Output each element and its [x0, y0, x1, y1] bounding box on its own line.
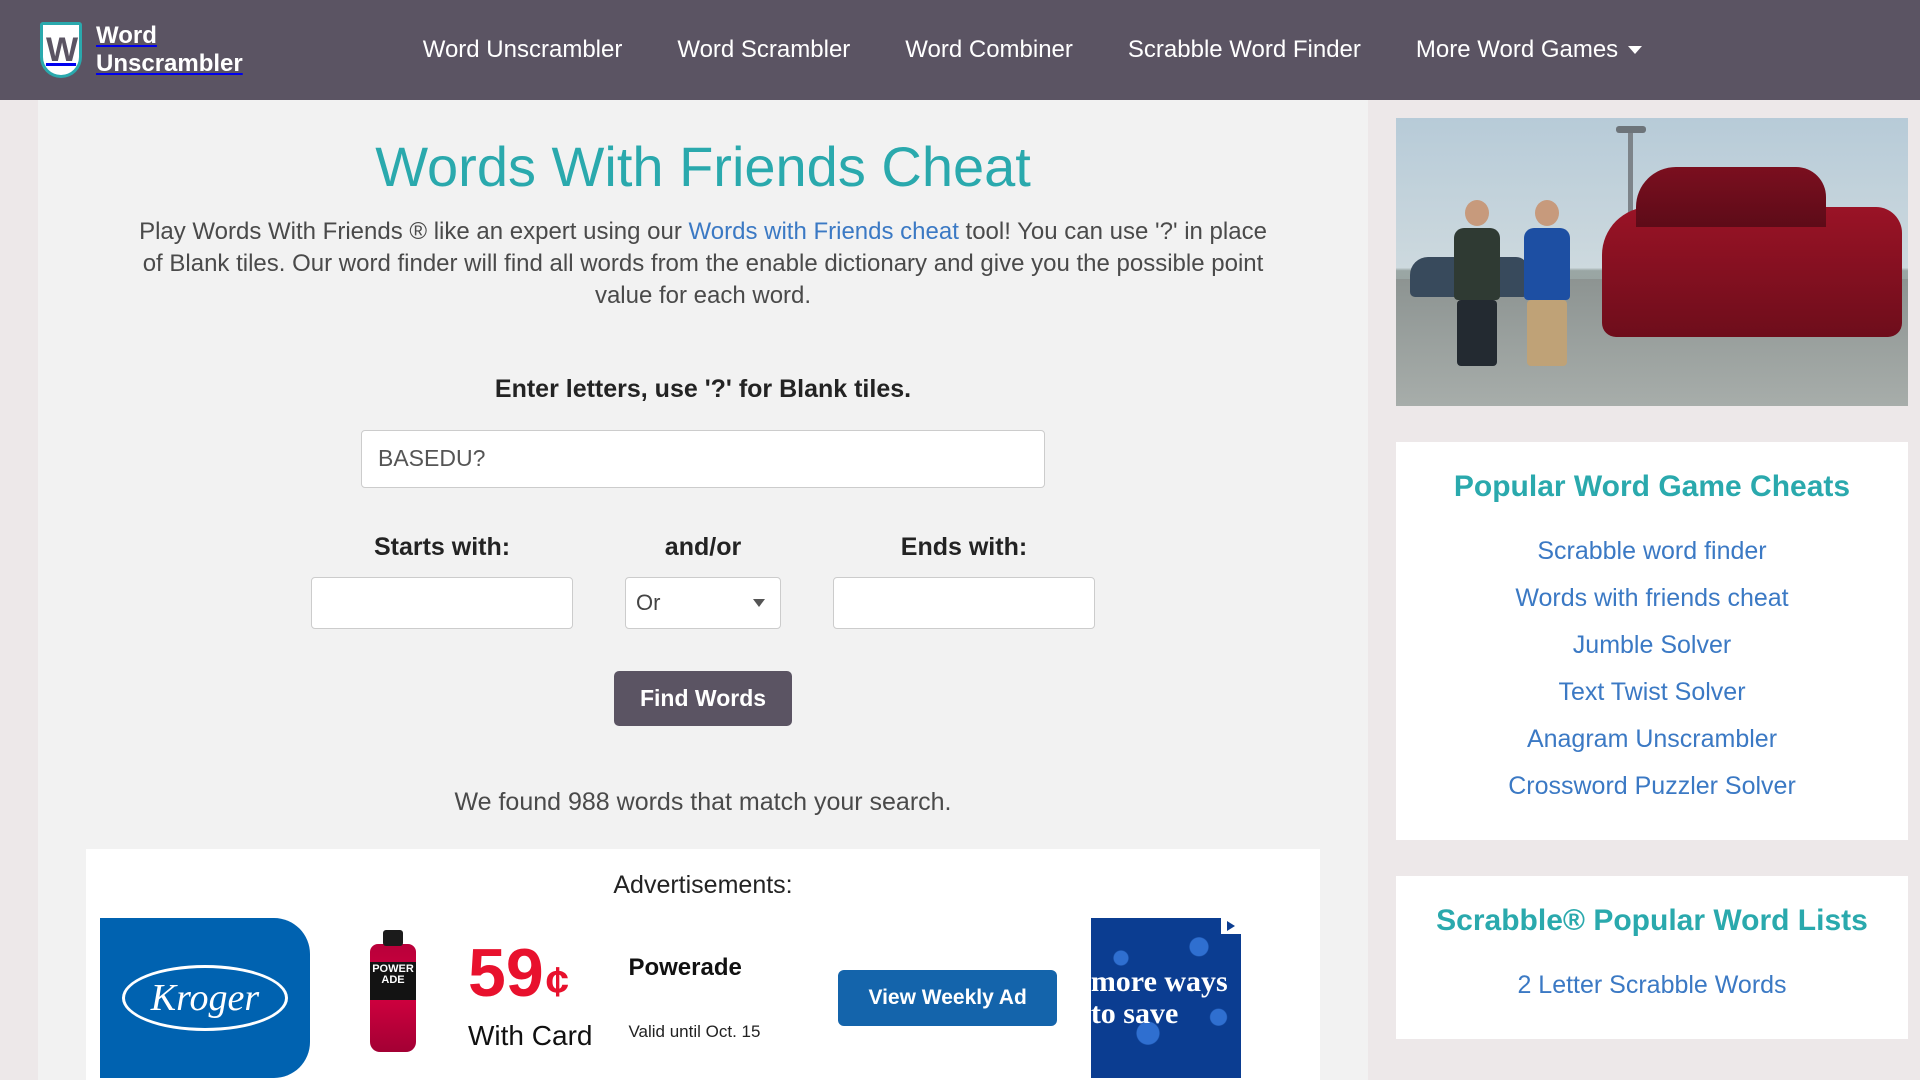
more-ways-to-save-panel[interactable]: more ways to save	[1090, 917, 1241, 1078]
popular-word-game-cheats-title: Popular Word Game Cheats	[1453, 470, 1851, 503]
letters-input[interactable]	[361, 429, 1045, 488]
kroger-logo-panel: Kroger	[100, 917, 310, 1078]
right-sidebar: Popular Word Game Cheats Scrabble word f…	[1396, 100, 1908, 1039]
bottle-label-line-2: ADE	[381, 974, 405, 987]
promo-person-salesman	[1524, 199, 1570, 366]
top-navigation-bar: W Word Unscrambler Word Unscrambler Word…	[0, 0, 1920, 100]
advertisement-block: Advertisements: Kroger POWER ADE 59 ¢ Wi…	[86, 848, 1320, 1080]
nav-item-word-combiner[interactable]: Word Combiner	[905, 36, 1073, 64]
ad-validity-text: Valid until Oct. 15	[628, 1021, 761, 1041]
sidebar-link-2-letter-scrabble-words[interactable]: 2 Letter Scrabble Words	[1396, 962, 1908, 1009]
page-title: Words With Friends Cheat	[375, 135, 1031, 198]
promo-red-suv	[1602, 166, 1902, 337]
ad-price: 59 ¢	[468, 935, 592, 1012]
andor-label: and/or	[664, 532, 742, 561]
words-with-friends-cheat-link[interactable]: Words with Friends cheat	[689, 218, 959, 245]
nav-item-word-scrambler[interactable]: Word Scrambler	[677, 36, 850, 64]
powerade-bottle-image: POWER ADE	[370, 929, 416, 1052]
ad-price-group: 59 ¢ With Card	[468, 918, 592, 1078]
scrabble-popular-word-lists-card: Scrabble® Popular Word Lists 2 Letter Sc…	[1396, 876, 1908, 1039]
nav-links: Word Unscrambler Word Scrambler Word Com…	[423, 36, 1643, 64]
result-count-text: We found 988 words that match your searc…	[454, 787, 952, 816]
advertisements-heading: Advertisements:	[613, 870, 793, 899]
promo-banner-image[interactable]	[1396, 118, 1908, 406]
advertisement-banner[interactable]: Kroger POWER ADE 59 ¢ With Card Powerade…	[100, 917, 1306, 1078]
ends-with-input[interactable]	[833, 576, 1095, 629]
view-weekly-ad-button[interactable]: View Weekly Ad	[838, 969, 1057, 1026]
starts-with-input[interactable]	[311, 576, 573, 629]
nav-item-word-unscrambler[interactable]: Word Unscrambler	[423, 36, 623, 64]
ad-description-group: Powerade Valid until Oct. 15	[628, 918, 760, 1078]
andor-select-wrapper: Or And	[625, 576, 781, 629]
sidebar-link-scrabble-word-finder[interactable]: Scrabble word finder	[1396, 528, 1908, 575]
ends-with-group: Ends with:	[833, 533, 1095, 629]
sidebar-link-crossword-puzzler-solver[interactable]: Crossword Puzzler Solver	[1396, 763, 1908, 810]
ad-price-cent-symbol: ¢	[545, 958, 569, 1006]
starts-with-group: Starts with:	[311, 533, 573, 629]
brand-line-2: Unscrambler	[96, 50, 243, 77]
sidebar-link-text-twist-solver[interactable]: Text Twist Solver	[1396, 669, 1908, 716]
page-body: Words With Friends Cheat Play Words With…	[0, 100, 1920, 1080]
more-ways-to-save-text: more ways to save	[1090, 965, 1228, 1030]
ad-price-number: 59	[468, 935, 544, 1012]
promo-person-customer	[1454, 199, 1500, 366]
brand-text: Word Unscrambler	[96, 22, 243, 77]
powerade-bottle-label: POWER ADE	[370, 962, 416, 987]
main-content-column: Words With Friends Cheat Play Words With…	[38, 100, 1368, 1080]
nav-item-scrabble-word-finder[interactable]: Scrabble Word Finder	[1128, 36, 1361, 64]
nav-item-more-word-games-label: More Word Games	[1415, 36, 1619, 63]
intro-paragraph: Play Words With Friends ® like an expert…	[38, 216, 1368, 313]
bottle-label-line-1: POWER	[372, 962, 414, 975]
intro-text-before: Play Words With Friends ® like an expert…	[139, 217, 689, 245]
ad-product-name: Powerade	[628, 953, 742, 981]
nav-item-more-word-games[interactable]: More Word Games	[1415, 36, 1643, 64]
word-search-form: Enter letters, use '?' for Blank tiles. …	[38, 375, 1368, 726]
adchoices-icon[interactable]	[1220, 917, 1241, 934]
letters-input-label: Enter letters, use '?' for Blank tiles.	[494, 374, 912, 403]
kroger-logo: Kroger	[121, 964, 289, 1031]
filter-row: Starts with: and/or Or And Ends with:	[38, 533, 1368, 629]
sidebar-link-words-with-friends-cheat[interactable]: Words with friends cheat	[1396, 575, 1908, 622]
word-unscrambler-logo-icon: W	[40, 22, 82, 78]
andor-select[interactable]: Or And	[625, 576, 781, 629]
sidebar-link-jumble-solver[interactable]: Jumble Solver	[1396, 622, 1908, 669]
ad-with-card-text: With Card	[468, 1020, 593, 1052]
sidebar-link-anagram-unscrambler[interactable]: Anagram Unscrambler	[1396, 716, 1908, 763]
site-logo-link[interactable]: W Word Unscrambler	[40, 22, 243, 78]
brand-line-1: Word	[96, 22, 157, 50]
andor-group: and/or Or And	[625, 533, 781, 629]
scrabble-popular-word-lists-title: Scrabble® Popular Word Lists	[1436, 904, 1868, 937]
starts-with-label: Starts with:	[373, 532, 511, 561]
find-words-button[interactable]: Find Words	[613, 670, 793, 726]
logo-letter: W	[45, 31, 78, 69]
chevron-down-icon	[1628, 46, 1643, 54]
ends-with-label: Ends with:	[900, 532, 1028, 561]
popular-word-game-cheats-card: Popular Word Game Cheats Scrabble word f…	[1396, 442, 1908, 840]
